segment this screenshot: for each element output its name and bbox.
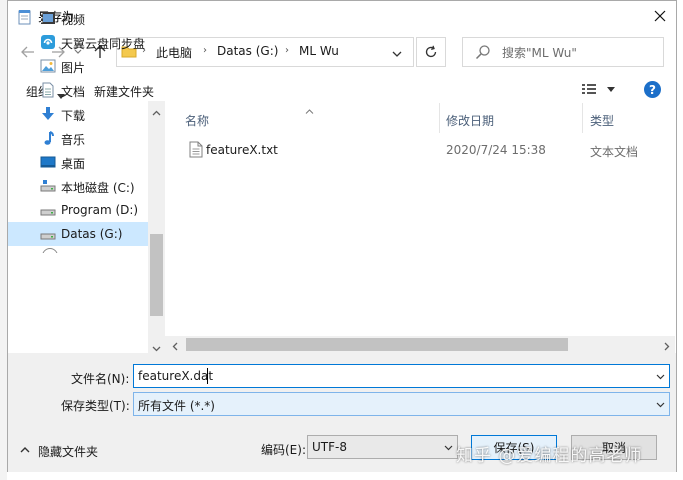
background-strip (0, 0, 7, 480)
nav-item-documents[interactable]: 文档 (8, 78, 148, 102)
music-icon (40, 130, 56, 146)
help-icon[interactable]: ? (644, 81, 661, 98)
nav-item-label: 视频 (61, 13, 86, 27)
nav-item-label: 图片 (61, 61, 86, 75)
nav-item-label: Program (D:) (61, 203, 139, 217)
nav-item-drive-d[interactable]: Program (D:) (8, 198, 148, 222)
column-header-name[interactable]: 名称 (185, 112, 209, 129)
picture-icon (40, 58, 56, 74)
nav-item-music[interactable]: 音乐 (8, 126, 148, 150)
watermark-text: 知乎 @爱编程的高老师 (456, 446, 643, 466)
column-header-type[interactable]: 类型 (590, 112, 614, 129)
file-row[interactable]: featureX.txt 2020/7/24 15:38 文本文档 (184, 139, 674, 161)
search-placeholder: 搜索"ML Wu" (502, 46, 577, 60)
filename-value: featureX.dat (138, 369, 214, 383)
hide-folders-label[interactable]: 隐藏文件夹 (38, 443, 98, 460)
encoding-label: 编码(E): (261, 443, 306, 457)
save-as-dialog: 另存为 › 此电脑 › Datas (G:) › ML Wu 搜索"ML Wu"… (7, 0, 677, 472)
address-dropdown-button[interactable] (392, 47, 402, 61)
view-options-button[interactable] (581, 82, 621, 99)
nav-item-pictures[interactable]: 图片 (8, 54, 148, 78)
breadcrumb-drive[interactable]: Datas (G:) (217, 44, 278, 58)
file-type: 文本文档 (590, 145, 639, 159)
column-divider[interactable] (582, 103, 583, 133)
chevron-down-icon (656, 402, 665, 408)
scroll-right-icon[interactable] (664, 340, 670, 354)
nav-item-label: Datas (G:) (61, 227, 123, 241)
refresh-button[interactable] (416, 37, 446, 67)
file-list-scroll-thumb[interactable] (186, 338, 568, 351)
document-icon (40, 82, 56, 98)
nav-item-cloud-sync[interactable]: 天翼云盘同步盘 (8, 30, 148, 54)
scroll-up-icon[interactable] (152, 105, 161, 119)
navigation-pane: 视频 天翼云盘同步盘 图片 文档 下载 音乐 桌面 本地磁盘 (C:) Prog… (8, 1, 165, 253)
filetype-select[interactable]: 所有文件 (*.*) (133, 392, 670, 416)
sort-ascending-icon (305, 103, 314, 117)
filetype-label: 保存类型(T): (61, 399, 130, 413)
breadcrumb-this-pc[interactable]: 此电脑 (156, 44, 192, 61)
filetype-value: 所有文件 (*.*) (138, 399, 215, 413)
nav-item-videos[interactable]: 视频 (8, 6, 148, 30)
chevron-down-icon[interactable] (656, 374, 665, 380)
close-icon (654, 10, 666, 22)
download-icon (40, 106, 56, 122)
column-divider[interactable] (439, 103, 440, 133)
breadcrumb-separator: › (285, 45, 289, 56)
refresh-icon (425, 45, 437, 58)
navigation-scroll-thumb[interactable] (150, 234, 163, 316)
close-button[interactable] (648, 5, 672, 27)
nav-item-label: 下载 (61, 109, 86, 123)
nav-item-desktop[interactable]: 桌面 (8, 150, 148, 174)
chevron-down-icon (392, 51, 402, 57)
search-icon (475, 44, 491, 63)
hide-folders-toggle[interactable] (20, 442, 30, 456)
drive-icon (40, 202, 56, 218)
scroll-left-icon[interactable] (172, 340, 178, 354)
column-header-date[interactable]: 修改日期 (446, 112, 494, 129)
nav-item-label: 音乐 (61, 133, 86, 147)
file-modified-date: 2020/7/24 15:38 (446, 143, 546, 157)
encoding-select[interactable]: UTF-8 (307, 435, 458, 459)
chevron-up-icon (20, 447, 30, 453)
file-name: featureX.txt (206, 143, 278, 157)
nav-item-label: 本地磁盘 (C:) (61, 181, 135, 195)
details-view-icon (582, 84, 615, 94)
text-file-icon (189, 141, 203, 161)
nav-item-partial (38, 248, 128, 253)
nav-item-label: 文档 (61, 85, 86, 99)
chevron-down-icon (444, 445, 453, 451)
nav-item-downloads[interactable]: 下载 (8, 102, 148, 126)
desktop-icon (40, 154, 56, 170)
breadcrumb-separator: › (203, 45, 207, 56)
breadcrumb-folder[interactable]: ML Wu (299, 44, 339, 58)
nav-item-label: 天翼云盘同步盘 (61, 37, 146, 51)
cloud-sync-icon (40, 34, 56, 50)
filename-label: 文件名(N): (71, 372, 130, 386)
nav-item-drive-c[interactable]: 本地磁盘 (C:) (8, 174, 148, 198)
drive-icon (40, 226, 56, 242)
encoding-value: UTF-8 (312, 440, 347, 454)
text-cursor (207, 368, 208, 384)
nav-item-drive-g[interactable]: Datas (G:) (8, 222, 148, 246)
drive-icon (40, 178, 56, 194)
nav-item-label: 桌面 (61, 157, 86, 171)
video-icon (40, 10, 56, 26)
filename-input[interactable]: featureX.dat (133, 364, 670, 388)
